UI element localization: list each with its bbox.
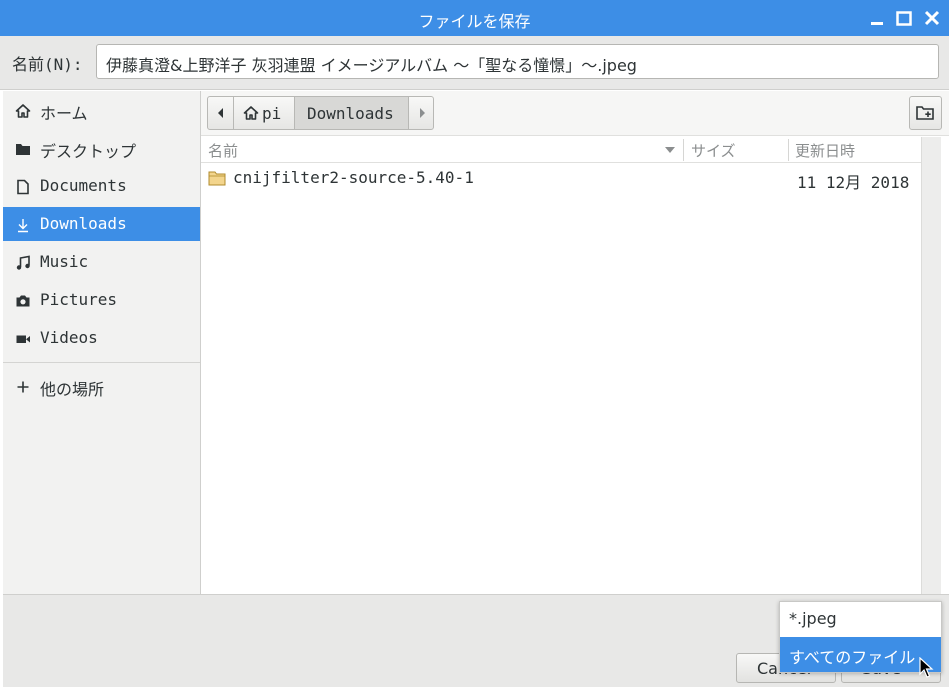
path-scroll-left-button[interactable] <box>207 96 234 130</box>
sidebar-item-label: ホーム <box>40 104 88 123</box>
home-icon <box>243 106 259 120</box>
file-browser: pi Downloads 名前 サイズ 更新日時 cnijfilter2-sou… <box>201 91 949 594</box>
sidebar-item-other-locations[interactable]: 他の場所 <box>3 369 200 403</box>
mouse-cursor-icon <box>919 657 934 678</box>
minimize-button[interactable] <box>866 7 888 29</box>
sidebar-separator <box>3 362 200 363</box>
path-segment-label: Downloads <box>307 104 394 123</box>
folder-icon <box>208 171 226 186</box>
column-header: 名前 サイズ 更新日時 <box>201 137 921 163</box>
sidebar-item-label: Music <box>40 252 89 271</box>
new-folder-icon <box>916 106 934 120</box>
window-title: ファイルを保存 <box>418 12 531 31</box>
close-icon <box>924 10 940 26</box>
minimize-icon <box>871 22 883 25</box>
filename-row: 名前(N): 伊藤真澄&上野洋子 灰羽連盟 イメージアルバム 〜「聖なる憧憬」〜… <box>0 36 949 90</box>
download-icon <box>18 219 28 233</box>
maximize-icon <box>896 11 912 26</box>
sidebar-item-pictures[interactable]: Pictures <box>3 283 200 317</box>
path-scroll-right-button[interactable] <box>408 96 434 130</box>
filter-option-jpeg[interactable]: *.jpeg <box>780 602 941 637</box>
scrollbar[interactable] <box>921 137 941 594</box>
chevron-left-icon <box>218 108 223 118</box>
file-filter-dropdown: *.jpeg すべてのファイル <box>779 601 942 673</box>
path-segment-home[interactable]: pi <box>233 96 295 130</box>
file-name: cnijfilter2-source-5.40-1 <box>233 168 474 187</box>
sidebar-item-downloads[interactable]: Downloads <box>3 207 200 241</box>
column-size-header[interactable]: サイズ <box>691 140 736 161</box>
sidebar-item-label: 他の場所 <box>40 380 105 399</box>
sidebar-item-home[interactable]: ホーム <box>3 93 200 127</box>
path-segment-downloads[interactable]: Downloads <box>294 96 409 130</box>
home-icon <box>15 104 31 118</box>
places-sidebar: ホーム デスクトップ Documents Downloads Music Pic… <box>3 91 201 594</box>
folder-icon <box>16 144 30 155</box>
chevron-right-icon <box>420 108 425 118</box>
sort-descending-icon <box>665 147 675 153</box>
new-folder-button[interactable] <box>909 96 942 130</box>
sidebar-item-label: Downloads <box>40 214 127 233</box>
sidebar-item-documents[interactable]: Documents <box>3 169 200 203</box>
path-bar: pi Downloads <box>201 91 949 136</box>
sidebar-item-label: デスクトップ <box>40 142 137 161</box>
filename-label: 名前(N): <box>12 55 83 74</box>
column-name-header[interactable]: 名前 <box>208 140 238 161</box>
filter-option-all-files[interactable]: すべてのファイル <box>780 637 941 672</box>
file-modified: 11 12月 2018 <box>797 173 910 192</box>
sidebar-item-music[interactable]: Music <box>3 245 200 279</box>
path-segment-label: pi <box>262 104 282 123</box>
maximize-button[interactable] <box>893 7 915 29</box>
column-divider <box>683 139 684 161</box>
plus-icon <box>17 381 29 393</box>
close-button[interactable] <box>921 7 943 29</box>
document-icon <box>17 179 29 195</box>
column-modified-header[interactable]: 更新日時 <box>795 140 855 161</box>
sidebar-item-label: Documents <box>40 176 127 195</box>
table-row[interactable]: cnijfilter2-source-5.40-1 11 12月 2018 <box>201 164 921 194</box>
music-icon <box>16 255 30 270</box>
sidebar-item-videos[interactable]: Videos <box>3 321 200 355</box>
sidebar-item-label: Videos <box>40 328 98 347</box>
camera-icon <box>16 295 30 307</box>
filename-input[interactable]: 伊藤真澄&上野洋子 灰羽連盟 イメージアルバム 〜「聖なる憧憬」〜.jpeg <box>96 44 939 79</box>
sidebar-item-desktop[interactable]: デスクトップ <box>3 131 200 165</box>
title-bar: ファイルを保存 <box>0 0 949 36</box>
column-divider <box>788 139 789 161</box>
video-icon <box>16 335 30 343</box>
sidebar-item-label: Pictures <box>40 290 118 309</box>
